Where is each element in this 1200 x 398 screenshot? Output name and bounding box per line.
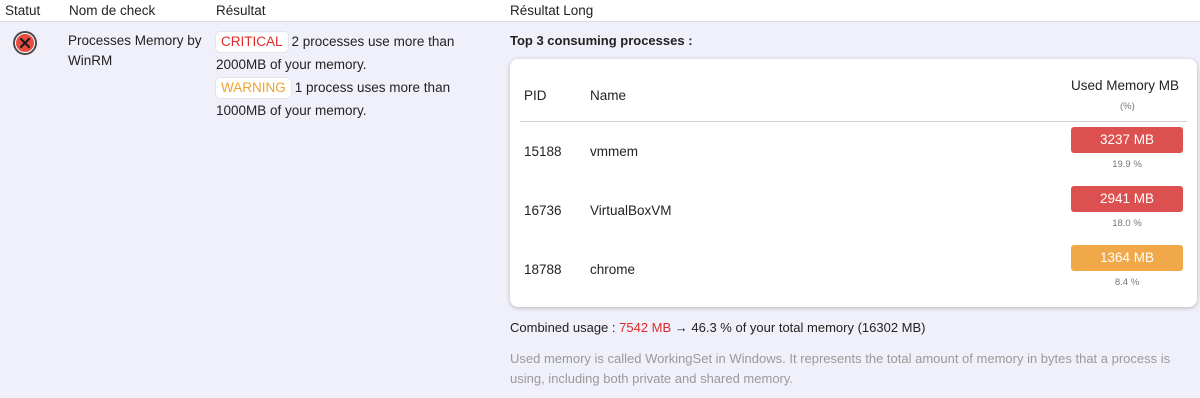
result-text-cont: 1000MB of your memory. [216,103,367,118]
table-header: Statut Nom de check Résultat Résultat Lo… [0,0,1200,22]
result-item-warning: WARNING 1 process uses more than 1000MB o… [216,76,496,122]
col-memory: Used Memory MB [1071,78,1180,93]
check-name[interactable]: Processes Memory by WinRM [68,31,208,71]
critical-badge: CRITICAL [216,32,288,52]
col-memory-unit: (%) [1120,101,1135,112]
result-text-cont: 2000MB of your memory. [216,57,367,72]
header-divider [520,121,1187,122]
header-status[interactable]: Statut [5,3,40,18]
memory-note: Used memory is called WorkingSet in Wind… [510,351,1171,386]
process-pid: 18788 [524,262,562,277]
result-item-critical: CRITICAL 2 processes use more than 2000MB… [216,30,496,76]
process-name: VirtualBoxVM [590,203,672,218]
header-long-result[interactable]: Résultat Long [510,3,593,18]
result-text: 2 processes use more than [291,34,455,49]
long-result-title: Top 3 consuming processes : [510,33,693,48]
process-pid: 15188 [524,144,562,159]
warning-badge: WARNING [216,78,291,98]
memory-percent: 19.9 % [1112,159,1142,170]
memory-badge: 3237 MB [1071,127,1183,153]
process-table-card: PID Name Used Memory MB (%) 15188 vmmem … [510,59,1197,307]
header-result[interactable]: Résultat [216,3,266,18]
memory-badge: 2941 MB [1071,186,1183,212]
header-check-name[interactable]: Nom de check [69,3,155,18]
result-cell: CRITICAL 2 processes use more than 2000MB… [216,30,496,122]
memory-percent: 18.0 % [1112,218,1142,229]
result-text: 1 process uses more than [294,80,451,95]
process-pid: 16736 [524,203,562,218]
combined-detail: → 46.3 % of your total memory (16302 MB) [671,320,926,335]
combined-usage: Combined usage : 7542 MB → 46.3 % of you… [510,320,926,335]
combined-label: Combined usage : [510,320,620,335]
critical-x-icon [13,31,37,55]
col-pid: PID [524,88,547,103]
col-name: Name [590,88,627,103]
table-row[interactable]: Processes Memory by WinRM CRITICAL 2 proc… [0,22,1200,398]
process-name: chrome [590,262,636,277]
memory-percent: 8.4 % [1114,277,1140,288]
memory-badge: 1364 MB [1071,245,1183,271]
process-name: vmmem [590,144,638,159]
combined-value: 7542 MB [619,320,672,335]
